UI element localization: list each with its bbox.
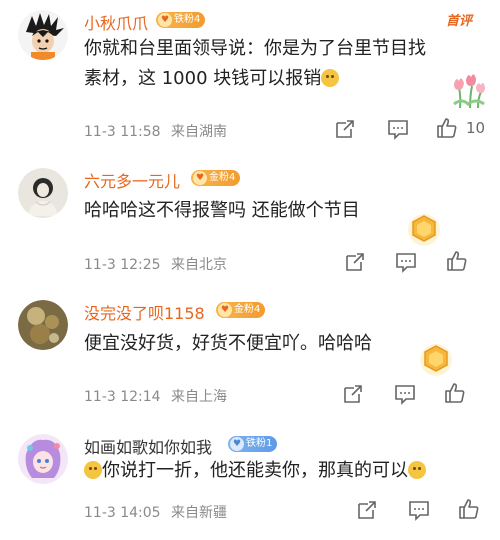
fan-badge: ♥ 铁粉4 (156, 12, 206, 28)
comment-item: 小秋爪爪 ♥ 铁粉4 首评 你就和台里面领导说：你是为了台里节目找 素材，这 1… (0, 0, 500, 145)
thumbs-up-icon[interactable] (444, 382, 466, 404)
location: 来自新疆 (171, 505, 228, 521)
fan-badge-icon: ♥ (218, 303, 232, 317)
share-icon[interactable] (344, 251, 366, 273)
timestamp: 11-3 14:05 (84, 505, 161, 521)
thumbs-up-icon[interactable] (446, 250, 468, 272)
tulip-sticker-icon (453, 74, 485, 109)
comment-text: 你就和台里面领导说：你是为了台里节目找 素材，这 1000 块钱可以报销 (84, 38, 426, 89)
share-icon[interactable] (342, 383, 364, 405)
timestamp: 11-3 12:25 (84, 257, 161, 273)
comment-icon[interactable] (394, 383, 416, 405)
top-comment-tag: 首评 (446, 14, 473, 29)
gold-badge-sticker-icon (408, 214, 440, 246)
username[interactable]: 没完没了呗1158 (84, 300, 205, 324)
comment-item: 六元多一元儿 ♥ 金粉4 哈哈哈这不得报警吗 还能做个节目 11-3 12:25… (0, 150, 500, 290)
comment-text: 便宜没好货，好货不便宜吖。哈哈哈 (84, 333, 372, 354)
location: 来自北京 (171, 257, 228, 273)
gold-badge-sticker-icon (420, 344, 452, 376)
comment-item: 没完没了呗1158 ♥ 金粉4 便宜没好货，好货不便宜吖。哈哈哈 11-3 12… (0, 290, 500, 420)
username[interactable]: 六元多一元儿 (84, 168, 180, 192)
share-icon[interactable] (356, 499, 378, 521)
location: 来自上海 (171, 389, 228, 405)
timestamp: 11-3 11:58 (84, 124, 161, 140)
like-count: 10 (466, 119, 486, 137)
fan-badge: ♥ 金粉4 (191, 170, 241, 186)
share-icon[interactable] (334, 118, 356, 140)
location: 来自湖南 (171, 124, 228, 140)
comment-meta: 11-3 11:58 来自湖南 (84, 121, 233, 141)
comment-item: 如画如歌如你如我 ♥ 铁粉1 你说打一折，他还能卖你，那真的可以 11-3 14… (0, 420, 500, 540)
doge-emoji-icon (84, 461, 102, 479)
comment-icon[interactable] (387, 118, 409, 140)
comment-text: 你说打一折，他还能卖你，那真的可以 (84, 456, 484, 486)
timestamp: 11-3 12:14 (84, 389, 161, 405)
fan-badge-icon: ♥ (230, 437, 244, 451)
doge-emoji-icon (408, 461, 426, 479)
thumbs-up-icon[interactable] (436, 117, 458, 139)
comment-meta: 11-3 14:05 来自新疆 (84, 502, 233, 522)
thumbs-up-icon[interactable] (458, 498, 480, 520)
avatar[interactable] (18, 10, 68, 60)
avatar[interactable] (18, 434, 68, 484)
doge-emoji-icon (321, 69, 340, 87)
avatar[interactable] (18, 300, 68, 350)
avatar[interactable] (18, 168, 68, 218)
comment-icon[interactable] (395, 251, 417, 273)
fan-badge: ♥ 铁粉1 (228, 436, 278, 452)
fan-badge-icon: ♥ (158, 13, 172, 27)
comment-meta: 11-3 12:25 来自北京 (84, 254, 233, 274)
fan-badge-icon: ♥ (193, 171, 207, 185)
comment-meta: 11-3 12:14 来自上海 (84, 386, 233, 406)
comment-text: 哈哈哈这不得报警吗 还能做个节目 (84, 200, 360, 221)
fan-badge: ♥ 金粉4 (216, 302, 266, 318)
comment-icon[interactable] (408, 499, 430, 521)
username[interactable]: 如画如歌如你如我 (84, 434, 212, 458)
username[interactable]: 小秋爪爪 (84, 10, 148, 34)
